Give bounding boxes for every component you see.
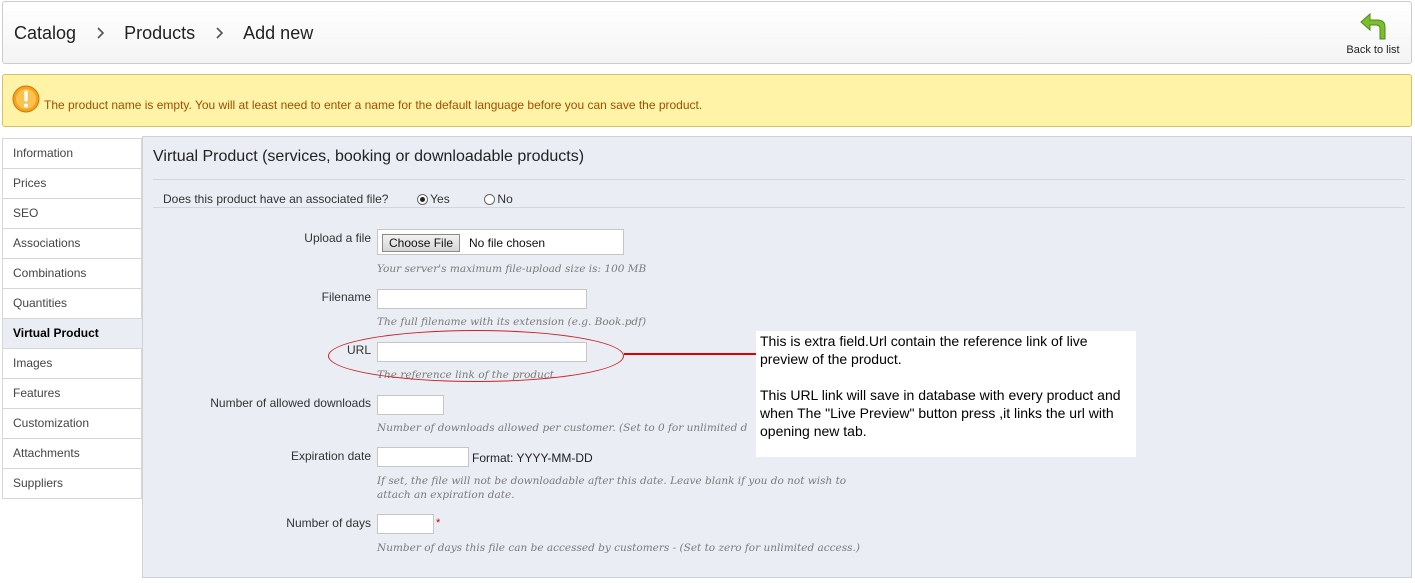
tab-suppliers[interactable]: Suppliers bbox=[2, 469, 142, 499]
radio-yes[interactable] bbox=[417, 194, 429, 205]
tab-customization[interactable]: Customization bbox=[2, 409, 142, 439]
choose-file-button[interactable]: Choose File bbox=[382, 234, 461, 252]
annotation-paragraph-1: This is extra field.Url contain the refe… bbox=[760, 333, 1088, 367]
associated-file-question: Does this product have an associated fil… bbox=[163, 192, 389, 206]
page-header: Catalog Products Add new Back to list bbox=[2, 1, 1412, 64]
annotation-note: This is extra field.Url contain the refe… bbox=[756, 331, 1136, 457]
tab-virtual-product[interactable]: Virtual Product bbox=[2, 319, 142, 349]
back-to-list-button[interactable]: Back to list bbox=[1343, 11, 1403, 59]
chevron-right-icon bbox=[212, 26, 226, 44]
exclamation-icon bbox=[11, 84, 41, 114]
url-highlight-ellipse bbox=[328, 330, 624, 382]
warning-banner: The product name is empty. You will at l… bbox=[2, 74, 1412, 127]
upload-label: Upload a file bbox=[304, 231, 371, 245]
tab-combinations[interactable]: Combinations bbox=[2, 259, 142, 289]
allowed-downloads-hint: Number of downloads allowed per customer… bbox=[377, 422, 748, 434]
filename-hint: The full filename with its extension (e.… bbox=[377, 316, 647, 328]
number-of-days-hint: Number of days this file can be accessed… bbox=[377, 542, 860, 554]
expiration-date-input[interactable] bbox=[377, 447, 469, 467]
tab-prices[interactable]: Prices bbox=[2, 169, 142, 199]
breadcrumb: Catalog Products Add new bbox=[14, 23, 313, 44]
filename-input[interactable] bbox=[377, 289, 587, 309]
tab-associations[interactable]: Associations bbox=[2, 229, 142, 259]
breadcrumb-catalog[interactable]: Catalog bbox=[14, 23, 76, 44]
radio-yes-label[interactable]: Yes bbox=[430, 192, 450, 206]
tab-quantities[interactable]: Quantities bbox=[2, 289, 142, 319]
expiration-date-label: Expiration date bbox=[290, 449, 371, 463]
associated-file-row: Does this product have an associated fil… bbox=[163, 192, 513, 206]
file-status: No file chosen bbox=[469, 236, 546, 250]
number-of-days-input[interactable] bbox=[377, 514, 434, 534]
tab-images[interactable]: Images bbox=[2, 349, 142, 379]
file-upload-field[interactable]: Choose File No file chosen bbox=[377, 229, 624, 255]
allowed-downloads-input[interactable] bbox=[377, 395, 444, 415]
back-to-list-label: Back to list bbox=[1346, 44, 1400, 56]
filename-label: Filename bbox=[321, 290, 371, 304]
tab-seo[interactable]: SEO bbox=[2, 199, 142, 229]
divider bbox=[153, 179, 1405, 180]
radio-no-label[interactable]: No bbox=[497, 192, 512, 206]
required-marker: * bbox=[436, 517, 441, 529]
tab-attachments[interactable]: Attachments bbox=[2, 439, 142, 469]
back-arrow-icon bbox=[1343, 11, 1403, 41]
expiration-hint-line1: If set, the file will not be downloadabl… bbox=[377, 475, 847, 487]
number-of-days-label: Number of days bbox=[286, 516, 371, 530]
warning-message: The product name is empty. You will at l… bbox=[44, 98, 703, 112]
upload-hint: Your server's maximum file-upload size i… bbox=[377, 263, 647, 275]
annotation-paragraph-2: This URL link will save in database with… bbox=[760, 387, 1121, 439]
panel-title: Virtual Product (services, booking or do… bbox=[153, 148, 585, 165]
radio-no[interactable] bbox=[484, 194, 496, 205]
tab-information[interactable]: Information bbox=[2, 138, 142, 169]
chevron-right-icon bbox=[93, 26, 107, 44]
date-format-text: Format: YYYY-MM-DD bbox=[472, 451, 593, 465]
allowed-downloads-label: Number of allowed downloads bbox=[210, 396, 371, 410]
product-tabs-sidebar: Information Prices SEO Associations Comb… bbox=[2, 138, 142, 499]
expiration-hint-line2: attach an expiration date. bbox=[377, 489, 515, 501]
tab-features[interactable]: Features bbox=[2, 379, 142, 409]
annotation-connector-line bbox=[624, 353, 756, 355]
breadcrumb-products[interactable]: Products bbox=[124, 23, 195, 44]
breadcrumb-add-new: Add new bbox=[243, 23, 314, 43]
divider bbox=[153, 207, 1405, 208]
